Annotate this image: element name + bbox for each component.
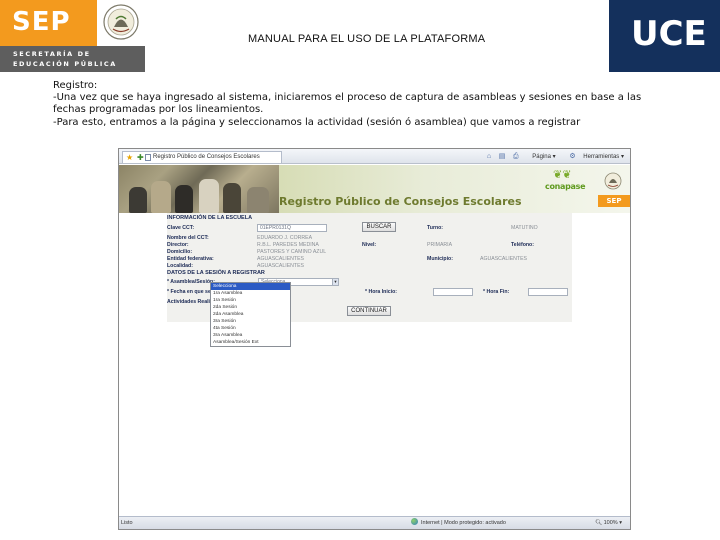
- zoom-level: 100%: [603, 520, 618, 526]
- school-name-value: EDUARDO J. CORREA: [257, 235, 313, 241]
- conapase-logo-icon: ❦❦: [553, 169, 572, 181]
- sep-subtitle-line1: SECRETARÍA DE: [13, 50, 91, 58]
- nivel-value: PRIMARIA: [427, 242, 453, 248]
- mexico-seal-small-icon: [603, 170, 623, 197]
- cct-input[interactable]: 01EPR0131Q: [257, 224, 327, 232]
- domicilio-value: PASTORES Y CAMINO AZUL: [257, 249, 327, 255]
- dropdown-option[interactable]: Asamblea/Sesión Ext: [211, 339, 290, 346]
- tools-gear-icon: ⚙: [569, 153, 576, 160]
- dropdown-option[interactable]: Selecciona: [211, 283, 290, 290]
- hora-inicio-label: * Hora Inicio:: [365, 289, 397, 295]
- dropdown-option[interactable]: 2da Sesión: [211, 304, 290, 311]
- magnifier-icon: 🔍︎: [595, 520, 603, 526]
- sep-small-logo: SEP: [598, 195, 630, 207]
- entidad-label: Entidad federativa:: [167, 256, 214, 262]
- continue-button[interactable]: CONTINUAR: [347, 306, 391, 316]
- director-value: R.B.L. PAREDES MEDINA: [257, 242, 319, 248]
- mexico-seal-icon: [97, 0, 145, 46]
- page-icon: [145, 154, 151, 161]
- director-label: Director:: [167, 242, 189, 248]
- browser-window: ★ ✚ Registro Público de Consejos Escolar…: [118, 148, 631, 530]
- slide-header: SEP SECRETARÍA DE EDUCACIÓN PÚBLICA MANU…: [0, 0, 720, 72]
- browser-tab[interactable]: ★ ✚ Registro Público de Consejos Escolar…: [122, 151, 282, 163]
- security-zone-text: Internet | Modo protegido: activado: [421, 520, 506, 526]
- turno-label: Turno:: [427, 225, 444, 231]
- dropdown-option[interactable]: 3ra Sesión: [211, 318, 290, 325]
- zoom-control[interactable]: 🔍︎ 100% ▾: [595, 517, 622, 529]
- municipio-value: AGUASCALIENTES: [480, 256, 527, 262]
- tools-menu-label: Herramientas: [583, 154, 620, 160]
- instructions-heading: Registro:: [53, 80, 98, 91]
- uce-logo: UCE: [609, 0, 720, 72]
- browser-toolbar: ★ ✚ Registro Público de Consejos Escolar…: [119, 149, 630, 164]
- nivel-label: Nivel:: [362, 242, 377, 248]
- hora-fin-label: * Hora Fin:: [483, 289, 510, 295]
- sep-subtitle: SECRETARÍA DE EDUCACIÓN PÚBLICA: [0, 46, 145, 72]
- instructions-line: -Para esto, entramos a la página y selec…: [53, 116, 581, 128]
- hora-inicio-input[interactable]: [433, 288, 473, 296]
- tools-menu[interactable]: ⚙ Herramientas ▾: [563, 151, 624, 163]
- localidad-value: AGUASCALIENTES: [257, 263, 304, 269]
- hora-fin-input[interactable]: [528, 288, 568, 296]
- dropdown-option[interactable]: 2da Asamblea: [211, 311, 290, 318]
- dropdown-option[interactable]: 1ra Asamblea: [211, 290, 290, 297]
- slide: SEP SECRETARÍA DE EDUCACIÓN PÚBLICA MANU…: [0, 0, 720, 540]
- sep-logo-text: SEP: [12, 7, 71, 37]
- telefono-label: Teléfono:: [511, 242, 534, 248]
- entidad-value: AGUASCALIENTES: [257, 256, 304, 262]
- sep-subtitle-line2: EDUCACIÓN PÚBLICA: [13, 60, 117, 68]
- globe-icon: [411, 518, 418, 525]
- banner-photo: [119, 165, 279, 213]
- school-name-label: Nombre del CCT:: [167, 235, 209, 241]
- municipio-label: Municipio:: [427, 256, 453, 262]
- feeds-icon[interactable]: ▤: [499, 151, 506, 162]
- page-title: MANUAL PARA EL USO DE LA PLATAFORMA: [248, 33, 486, 45]
- conapase-logo: conapase: [545, 182, 586, 191]
- dropdown-option[interactable]: 3ra Asamblea: [211, 332, 290, 339]
- instructions-text: Registro: -Una vez que se haya ingresado…: [53, 80, 653, 129]
- web-page: Registro Público de Consejos Escolares ❦…: [119, 165, 630, 516]
- dropdown-option[interactable]: 4ta Sesión: [211, 325, 290, 332]
- add-favorite-icon[interactable]: ✚: [137, 152, 144, 163]
- site-title: Registro Público de Consejos Escolares: [279, 195, 522, 208]
- cct-label: Clave CCT:: [167, 225, 195, 231]
- asamblea-label: * Asamblea/Sesión:: [167, 279, 215, 285]
- localidad-label: Localidad:: [167, 263, 193, 269]
- site-banner: Registro Público de Consejos Escolares ❦…: [119, 165, 630, 213]
- print-icon[interactable]: ⎙: [513, 151, 519, 162]
- page-menu-label: Página: [532, 154, 551, 160]
- domicilio-label: Domicilio:: [167, 249, 193, 255]
- search-button[interactable]: BUSCAR: [362, 222, 396, 232]
- turno-value: MATUTINO: [511, 225, 538, 231]
- session-data-heading: DATOS DE LA SESIÓN A REGISTRAR: [167, 270, 265, 276]
- home-icon[interactable]: ⌂: [487, 151, 491, 162]
- browser-tab-title: Registro Público de Consejos Escolares: [153, 154, 260, 160]
- instructions-line: -Una vez que se haya ingresado al sistem…: [53, 92, 642, 104]
- favorites-star-icon[interactable]: ★: [126, 152, 133, 163]
- school-info-heading: INFORMACIÓN DE LA ESCUELA: [167, 215, 253, 221]
- status-text: Listo: [121, 520, 133, 526]
- chevron-down-icon[interactable]: ▼: [332, 279, 338, 285]
- instructions-line: fechas programadas por los lineamientos.: [53, 104, 264, 116]
- uce-logo-text: UCE: [631, 14, 707, 54]
- sep-logo: SEP: [0, 0, 97, 46]
- dropdown-option[interactable]: 1ra Sesión: [211, 297, 290, 304]
- security-zone: Internet | Modo protegido: activado: [411, 517, 506, 529]
- asamblea-dropdown-list: Selecciona 1ra Asamblea 1ra Sesión 2da S…: [210, 282, 291, 347]
- browser-command-bar: ⌂ ▤ ⎙ Página ▾ ⚙ Herramientas ▾: [481, 151, 624, 162]
- browser-status-bar: Listo Internet | Modo protegido: activad…: [119, 516, 630, 529]
- page-menu[interactable]: Página ▾: [526, 152, 555, 163]
